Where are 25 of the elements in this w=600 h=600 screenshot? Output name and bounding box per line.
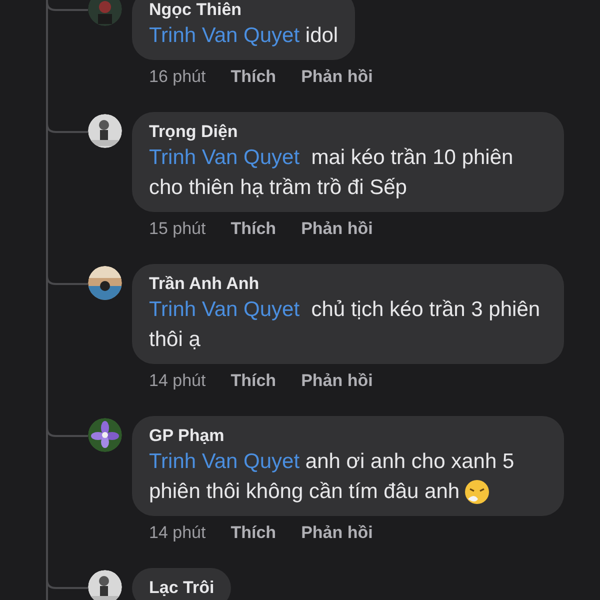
mention-link[interactable]: Trinh Van Quyet bbox=[149, 450, 300, 473]
like-button[interactable]: Thích bbox=[230, 521, 276, 545]
author-name[interactable]: GP Phạm bbox=[149, 425, 547, 447]
mention-link[interactable]: Trinh Van Quyet bbox=[149, 146, 300, 169]
comment-time: 14 phút bbox=[149, 370, 206, 392]
comment-text: Trinh Van Quyet mai kéo trần 10 phiên cho thiên hạ trầm trồ đi Sếp bbox=[149, 145, 514, 201]
comment-time: 15 phút bbox=[149, 218, 206, 240]
author-name[interactable]: Ngọc Thiên bbox=[149, 0, 338, 21]
like-button[interactable]: Thích bbox=[230, 369, 276, 393]
reply-button[interactable]: Phản hồi bbox=[301, 369, 373, 393]
comment-time: 14 phút bbox=[149, 522, 206, 544]
author-name[interactable]: Trần Anh Anh bbox=[149, 273, 547, 295]
author-name[interactable]: Trọng Diện bbox=[149, 121, 547, 143]
reply-button[interactable]: Phản hồi bbox=[301, 65, 373, 89]
comment-time: 16 phút bbox=[149, 66, 206, 88]
comment-text: Trinh Van Quyet anh ơi anh cho xanh 5 phiên thôi không cần tím đâu anh bbox=[149, 447, 547, 507]
reply-button[interactable]: Phản hồi bbox=[301, 521, 373, 545]
comment-text: Trinh Van Quyet chủ tịch kéo trần 3 phiên thôi ạ bbox=[149, 297, 542, 353]
mention-link[interactable]: Trinh Van Quyet bbox=[149, 24, 300, 47]
mention-link[interactable]: Trinh Van Quyet bbox=[149, 298, 300, 321]
reply-button[interactable]: Phản hồi bbox=[301, 217, 373, 241]
comment-text: Trinh Van Quyet idol bbox=[149, 23, 338, 49]
author-name[interactable]: Lạc Trôi bbox=[149, 577, 214, 599]
like-button[interactable]: Thích bbox=[230, 65, 276, 89]
like-button[interactable]: Thích bbox=[230, 217, 276, 241]
